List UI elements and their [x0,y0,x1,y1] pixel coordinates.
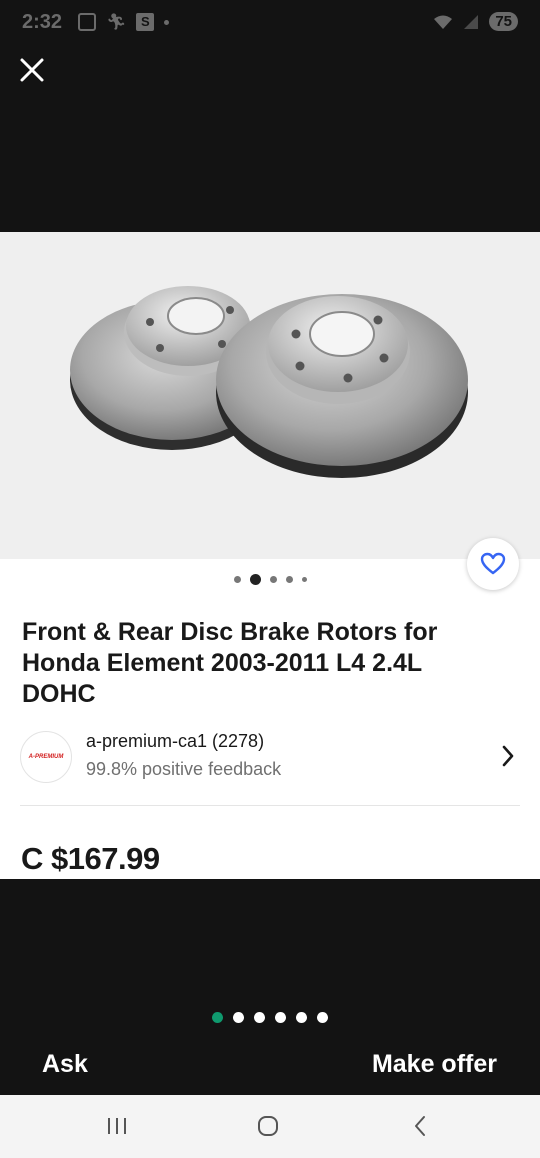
page-dot-active[interactable] [212,1012,223,1023]
page-dot[interactable] [296,1012,307,1023]
recents-icon [108,1118,126,1134]
divider [20,805,520,806]
battery-level: 75 [489,12,518,31]
image-carousel-dots [0,574,540,585]
back-icon [415,1116,425,1136]
app-s-icon: S [136,13,155,31]
heart-icon [480,552,506,575]
recents-button[interactable] [102,1113,132,1139]
bottom-actions: Ask Make offer [0,1040,540,1095]
close-button[interactable] [14,52,50,88]
chevron-right-icon [502,745,514,767]
carousel-dot[interactable] [301,577,307,582]
seller-chevron[interactable] [496,743,520,769]
make-offer-button[interactable]: Make offer [372,1050,497,1079]
wifi-icon [434,15,453,29]
carousel-dot-active[interactable] [249,574,261,585]
close-icon [20,58,44,82]
seller-avatar: A-PREMIUM [20,731,72,783]
page-indicator [0,1012,540,1023]
ask-button[interactable]: Ask [42,1050,88,1079]
brake-rotors-illustration [70,286,468,478]
home-button[interactable] [253,1113,283,1139]
page-dot[interactable] [254,1012,265,1023]
seller-row[interactable]: A-PREMIUM a-premium-ca1 (2278) 99.8% pos… [20,729,520,785]
signal-icon [464,14,479,29]
status-time: 2:32 [22,11,63,33]
seller-feedback: 99.8% positive feedback [86,759,282,779]
product-title: Front & Rear Disc Brake Rotors for Honda… [22,618,438,708]
page-dot[interactable] [317,1012,328,1023]
seller-name: a-premium-ca1 (2278) [86,731,265,751]
system-icons: 75 [433,12,518,31]
product-card: Front & Rear Disc Brake Rotors for Honda… [0,232,540,879]
product-image[interactable] [0,232,540,559]
back-button[interactable] [405,1113,435,1139]
runner-icon: 🏃︎ [106,14,127,31]
page-dot[interactable] [233,1012,244,1023]
seller-logo-text: A-PREMIUM [28,754,64,760]
home-icon [258,1116,278,1136]
product-price: C $167.99 [21,841,160,876]
carousel-dot[interactable] [285,576,293,583]
carousel-dot[interactable] [269,576,277,583]
page-dot[interactable] [275,1012,286,1023]
screenshot-icon [78,13,96,31]
notification-icons: 🏃︎ S [78,12,170,32]
status-bar: 2:32 🏃︎ S 75 [0,0,540,46]
more-notifications-icon [164,19,170,25]
navigation-bar [0,1095,540,1158]
carousel-dot[interactable] [233,576,241,583]
